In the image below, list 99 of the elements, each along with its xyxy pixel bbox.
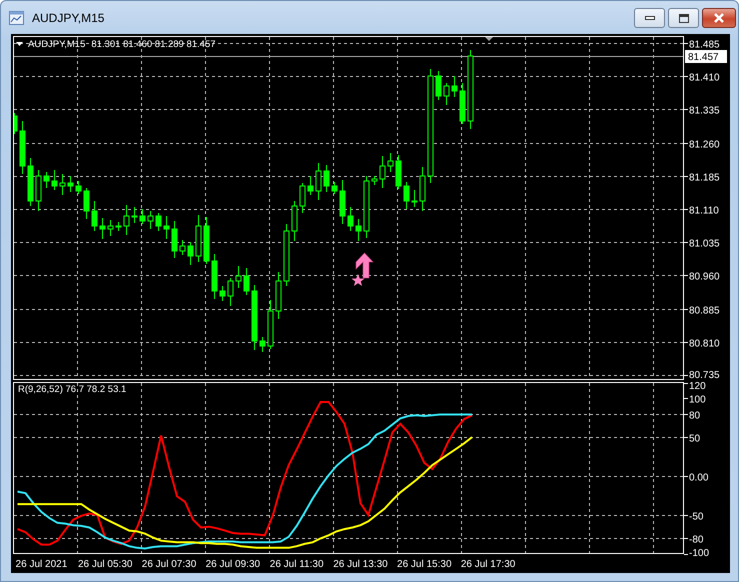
price-label: 80.885 [689,306,720,316]
time-label: 26 Jul 15:30 [397,559,452,570]
candlestick [236,266,242,288]
candlestick [404,182,410,210]
time-label: 26 Jul 05:30 [78,559,132,570]
minimize-button[interactable] [634,8,665,28]
candlestick [100,218,106,240]
candlestick [44,172,50,188]
candlestick [148,210,154,230]
candlestick [388,152,394,172]
value-label: -100 [689,548,710,559]
window-title: AUDJPY,M15 [32,10,104,24]
minimize-icon [644,16,654,20]
candlestick [172,220,178,258]
candlestick [140,208,146,224]
candlestick [20,120,26,174]
candlestick [356,218,362,242]
candlestick [60,174,66,196]
value-label: 120 [689,381,706,392]
candlestick [244,268,250,296]
candlestick [84,188,90,220]
price-label: 80.810 [689,338,720,350]
price-label: 81.110 [689,206,719,216]
candlestick [228,278,234,306]
candlestick [316,162,322,200]
price-label: 80.735 [689,370,720,380]
candlestick [164,216,170,240]
candlestick [412,190,418,208]
candlestick [36,170,42,212]
candlestick [292,200,298,242]
indicator-label: R(9,26,52) 76.7 78.2 53.1 [18,384,126,395]
ohlc-values: 81.301 81.460 81.289 81.457 [91,39,216,50]
candlestick [372,176,378,186]
time-label: 26 Jul 13:30 [333,559,388,570]
candlestick [396,154,402,190]
candlestick [436,70,442,100]
price-label: 81.260 [689,140,720,150]
candlestick [212,254,218,300]
candlestick [260,336,266,352]
candlestick [252,284,258,350]
price-label: 81.035 [689,238,720,250]
candlestick [364,176,370,238]
value-label: -80 [689,534,704,546]
maximize-button[interactable] [668,8,699,28]
candlestick [420,166,426,212]
value-label: 0.00 [689,472,708,484]
close-icon [713,13,725,23]
candlestick [340,180,346,224]
candlestick [220,286,226,302]
chart-window-icon [9,10,24,24]
time-label: 26 Jul 11:30 [270,559,324,570]
maximize-icon [678,14,688,22]
symbol-label: AUDJPY,M15 [28,39,86,50]
candlestick [332,182,338,194]
candlestick [444,82,450,106]
candlestick [180,240,186,256]
candlestick [196,214,202,262]
candlestick [204,216,210,264]
value-label: 50 [689,434,700,444]
candlestick [452,76,458,98]
candlestick [52,170,58,190]
star-icon [352,274,364,286]
arrow-icon [356,252,374,278]
price-label: 81.185 [689,172,720,184]
candlestick [460,82,466,124]
value-label: -50 [689,512,704,522]
price-label: 81.485 [689,40,720,50]
price-label: 81.335 [689,106,720,116]
candlestick [76,180,82,194]
time-label: 26 Jul 09:30 [206,559,260,570]
candlestick [300,182,306,214]
candlestick [276,272,282,320]
candlestick [324,164,330,192]
candlestick [68,176,74,192]
candlestick [188,242,194,266]
candlestick [380,156,386,188]
value-label: 80 [689,410,700,422]
candlestick [116,222,122,232]
shift-marker-icon [485,37,493,41]
candlestick [268,300,274,350]
candlestick [108,220,114,236]
close-button[interactable] [702,8,736,28]
candlestick [124,204,130,236]
price-label: 81.410 [689,72,720,84]
value-label: 100 [689,394,706,406]
candlestick [348,206,354,232]
candlestick [92,200,98,232]
candlestick [132,206,138,224]
price-label: 80.960 [689,272,720,282]
time-label: 26 Jul 2021 [16,559,68,570]
time-label: 26 Jul 17:30 [460,559,516,570]
candlestick [308,176,314,196]
candlestick [156,212,162,232]
candlestick [28,158,34,206]
candlestick [284,224,290,286]
dropdown-icon[interactable] [16,42,23,46]
candlestick [14,112,18,134]
current-price-tag: 81.457 [685,50,727,63]
time-label: 26 Jul 07:30 [142,559,196,570]
